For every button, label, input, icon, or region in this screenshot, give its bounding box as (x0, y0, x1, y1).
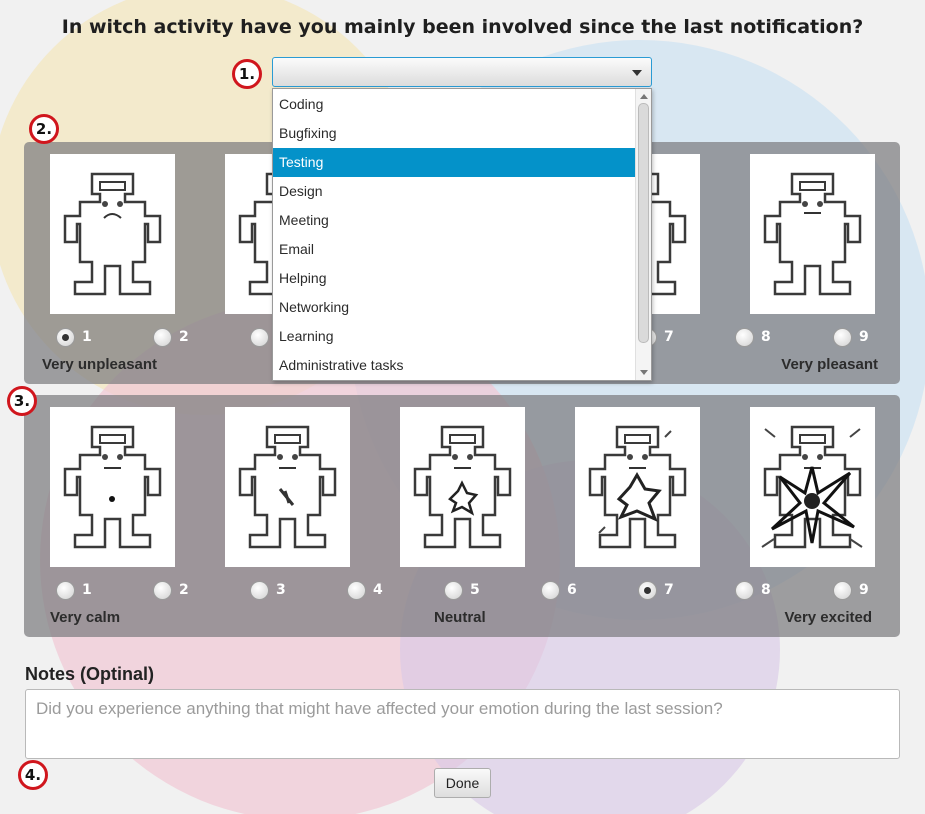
activity-dropdown-list: Coding Bugfixing Testing Design Meeting … (272, 88, 652, 381)
manikin-icon (588, 425, 687, 549)
arousal-radio-6[interactable] (541, 581, 560, 600)
dropdown-option-design[interactable]: Design (273, 177, 635, 206)
valence-radio-label-2: 2 (179, 329, 189, 345)
arousal-radio-4[interactable] (347, 581, 366, 600)
arousal-radio-label-9: 9 (859, 582, 869, 598)
notes-label: Notes (Optinal) (25, 664, 154, 684)
arousal-radio-label-1: 1 (82, 582, 92, 598)
valence-figure-5 (750, 154, 875, 314)
scrollbar-thumb[interactable] (638, 103, 649, 343)
arousal-low-label: Very calm (50, 609, 121, 626)
arousal-radio-label-5: 5 (470, 582, 480, 598)
dropdown-option-helping[interactable]: Helping (273, 264, 635, 293)
done-button[interactable]: Done (434, 768, 491, 798)
valence-radio-2[interactable] (153, 328, 172, 347)
valence-radio-label-7: 7 (664, 329, 674, 345)
arousal-radio-8[interactable] (735, 581, 754, 600)
marker-2: 2. (29, 114, 59, 144)
valence-radio-9[interactable] (833, 328, 852, 347)
valence-radio-label-9: 9 (859, 329, 869, 345)
arousal-figure-1 (50, 407, 175, 567)
dropdown-scrollbar[interactable] (635, 89, 651, 380)
marker-3: 3. (7, 386, 37, 416)
manikin-icon (413, 425, 512, 549)
arousal-radio-9[interactable] (833, 581, 852, 600)
valence-radio-8[interactable] (735, 328, 754, 347)
valence-radio-3[interactable] (250, 328, 269, 347)
marker-1: 1. (232, 59, 262, 89)
dropdown-option-bugfixing[interactable]: Bugfixing (273, 119, 635, 148)
arousal-radio-label-4: 4 (373, 582, 383, 598)
valence-radio-1[interactable] (56, 328, 75, 347)
scroll-down-icon[interactable] (640, 370, 648, 375)
dropdown-option-networking[interactable]: Networking (273, 293, 635, 322)
arousal-radio-label-2: 2 (179, 582, 189, 598)
manikin-icon (63, 172, 162, 296)
activity-combobox[interactable] (272, 57, 652, 87)
valence-radio-label-8: 8 (761, 329, 771, 345)
manikin-icon (763, 172, 862, 296)
arousal-radio-label-6: 6 (567, 582, 577, 598)
arousal-radio-label-8: 8 (761, 582, 771, 598)
notes-textarea[interactable] (25, 689, 900, 759)
manikin-icon (63, 425, 162, 549)
valence-figure-1 (50, 154, 175, 314)
arousal-figure-3 (400, 407, 525, 567)
arousal-figure-5 (750, 407, 875, 567)
dropdown-option-administrative-tasks[interactable]: Administrative tasks (273, 351, 635, 380)
dropdown-option-email[interactable]: Email (273, 235, 635, 264)
arousal-radio-label-3: 3 (276, 582, 286, 598)
valence-high-label: Very pleasant (781, 356, 878, 373)
arousal-radio-label-7: 7 (664, 582, 674, 598)
chevron-down-icon[interactable] (632, 70, 642, 76)
arousal-radio-1[interactable] (56, 581, 75, 600)
arousal-figure-4 (575, 407, 700, 567)
question-title: In witch activity have you mainly been i… (61, 16, 864, 38)
manikin-icon (761, 425, 863, 549)
scroll-up-icon[interactable] (640, 94, 648, 99)
valence-radio-label-1: 1 (82, 329, 92, 345)
dropdown-option-learning[interactable]: Learning (273, 322, 635, 351)
valence-low-label: Very unpleasant (42, 356, 158, 373)
manikin-icon (238, 425, 337, 549)
marker-4: 4. (18, 760, 48, 790)
arousal-radio-2[interactable] (153, 581, 172, 600)
dropdown-option-coding[interactable]: Coding (273, 90, 635, 119)
arousal-figure-2 (225, 407, 350, 567)
arousal-panel: 1 2 3 4 5 6 7 8 9 Very calm Neutral Very… (24, 395, 900, 637)
arousal-radio-5[interactable] (444, 581, 463, 600)
arousal-radio-3[interactable] (250, 581, 269, 600)
arousal-radio-7[interactable] (638, 581, 657, 600)
dropdown-option-testing[interactable]: Testing (273, 148, 635, 177)
dropdown-option-meeting[interactable]: Meeting (273, 206, 635, 235)
arousal-high-label: Very excited (784, 609, 872, 626)
arousal-mid-label: Neutral (434, 609, 486, 626)
